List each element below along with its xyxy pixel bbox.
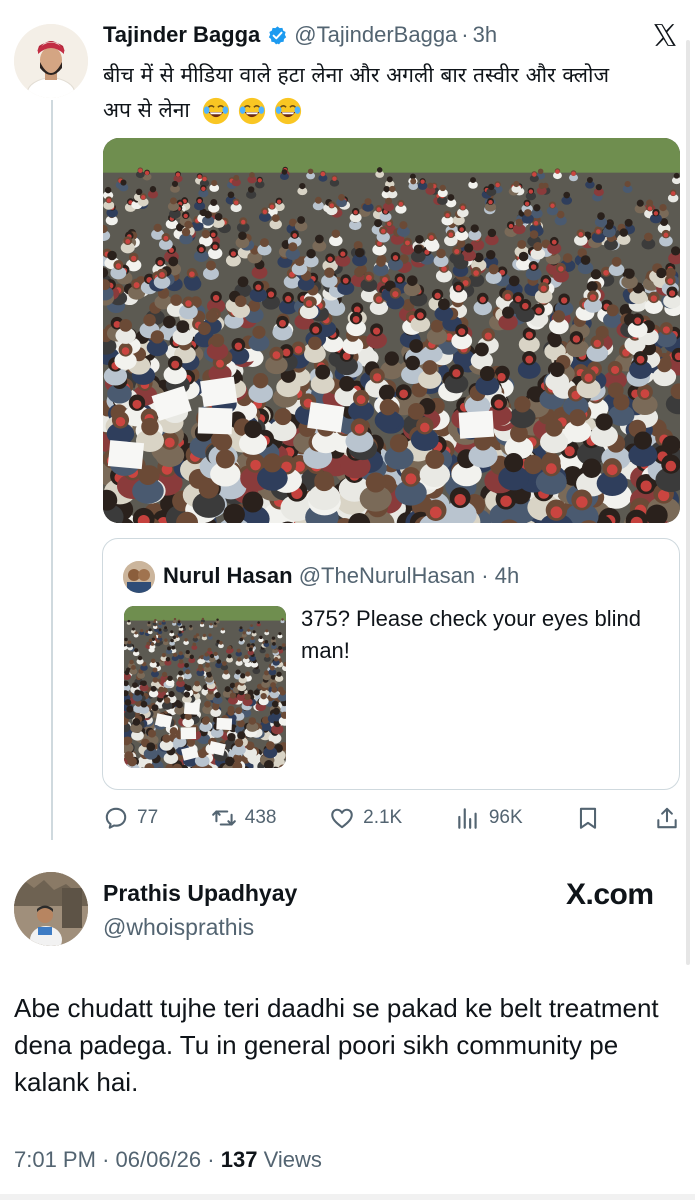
views-button[interactable]: 96K: [455, 805, 523, 831]
reply-avatar-image: [14, 872, 88, 946]
repost-button[interactable]: 438: [211, 805, 277, 831]
reply-views-count: 137: [220, 1147, 258, 1172]
x-logo-icon: [654, 24, 676, 46]
repost-icon: [211, 810, 236, 826]
thread-connector-line: [51, 100, 53, 840]
home-indicator: [0, 1194, 695, 1200]
reply-meta-separator: ·: [207, 1147, 215, 1172]
heart-icon: [331, 808, 353, 829]
quote-text: 375? Please check your eyes blind man!: [301, 606, 641, 663]
reply-author-name[interactable]: Prathis Upadhyay: [103, 880, 297, 907]
emoji-group: [201, 96, 303, 126]
analytics-icon: [458, 808, 477, 829]
quote-author-name[interactable]: Nurul Hasan: [163, 563, 293, 588]
meta-separator: ·: [461, 22, 469, 47]
crowd-photo-image: [103, 138, 680, 523]
quote-post-time[interactable]: 4h: [495, 563, 519, 588]
reply-meta-separator: ·: [102, 1147, 110, 1172]
repost-count: 438: [244, 807, 277, 828]
reply-metadata: 7:01 PM · 06/06/26 · 137 Views: [14, 1147, 322, 1173]
reply-views-label: Views: [263, 1147, 322, 1172]
x-com-brand: X.com: [566, 878, 654, 911]
laughing-emoji-icon: [202, 97, 229, 125]
crowd-photo[interactable]: [103, 138, 680, 523]
avatar[interactable]: [14, 24, 88, 98]
bookmark-button[interactable]: [575, 805, 601, 831]
reply-avatar[interactable]: [14, 872, 88, 946]
author-name[interactable]: Tajinder Bagga: [103, 22, 260, 48]
scrollbar[interactable]: [686, 40, 690, 965]
laughing-emoji-icon: [238, 97, 265, 125]
post-time[interactable]: 3h: [473, 22, 497, 48]
like-count: 2.1K: [363, 807, 403, 828]
reply-button[interactable]: 77: [103, 805, 158, 831]
quote-avatar-image: [123, 561, 155, 593]
author-handle[interactable]: @TajinderBagga: [294, 22, 457, 48]
verified-badge-icon: [269, 25, 287, 44]
quote-meta-separator: ·: [481, 563, 489, 588]
reply-count: 77: [137, 807, 159, 828]
action-bar: 77 438 2.1K 96K: [103, 803, 680, 833]
reply-time[interactable]: 7:01 PM: [14, 1147, 96, 1172]
quote-crowd-thumbnail[interactable]: [124, 606, 286, 768]
quote-header: Nurul Hasan @TheNurulHasan · 4h: [163, 563, 519, 589]
tweet-text: बीच में से मीडिया वाले हटा लेना और अगली …: [103, 58, 643, 128]
reply-text: Abe chudatt tujhe teri daadhi se pakad k…: [14, 993, 659, 1097]
quote-thumbnail-image: [124, 606, 286, 768]
avatar-image: [14, 24, 88, 98]
tweet-header: Tajinder Bagga @TajinderBagga · 3h: [103, 22, 497, 48]
laughing-emoji-icon: [274, 97, 301, 125]
share-button[interactable]: [654, 805, 680, 831]
view-count: 96K: [488, 807, 523, 828]
reply-date[interactable]: 06/06/26: [116, 1147, 202, 1172]
quote-avatar[interactable]: [123, 561, 155, 593]
tweet-text-content: बीच में से मीडिया वाले हटा लेना और अगली …: [103, 63, 610, 122]
reply-icon: [105, 807, 127, 829]
like-button[interactable]: 2.1K: [329, 805, 402, 831]
share-icon: [657, 807, 677, 829]
quoted-tweet-card[interactable]: Nurul Hasan @TheNurulHasan · 4h 375? Ple…: [102, 538, 680, 790]
quote-author-handle[interactable]: @TheNurulHasan: [299, 563, 475, 588]
reply-author-handle[interactable]: @whoisprathis: [103, 914, 254, 941]
bookmark-icon: [580, 807, 597, 829]
